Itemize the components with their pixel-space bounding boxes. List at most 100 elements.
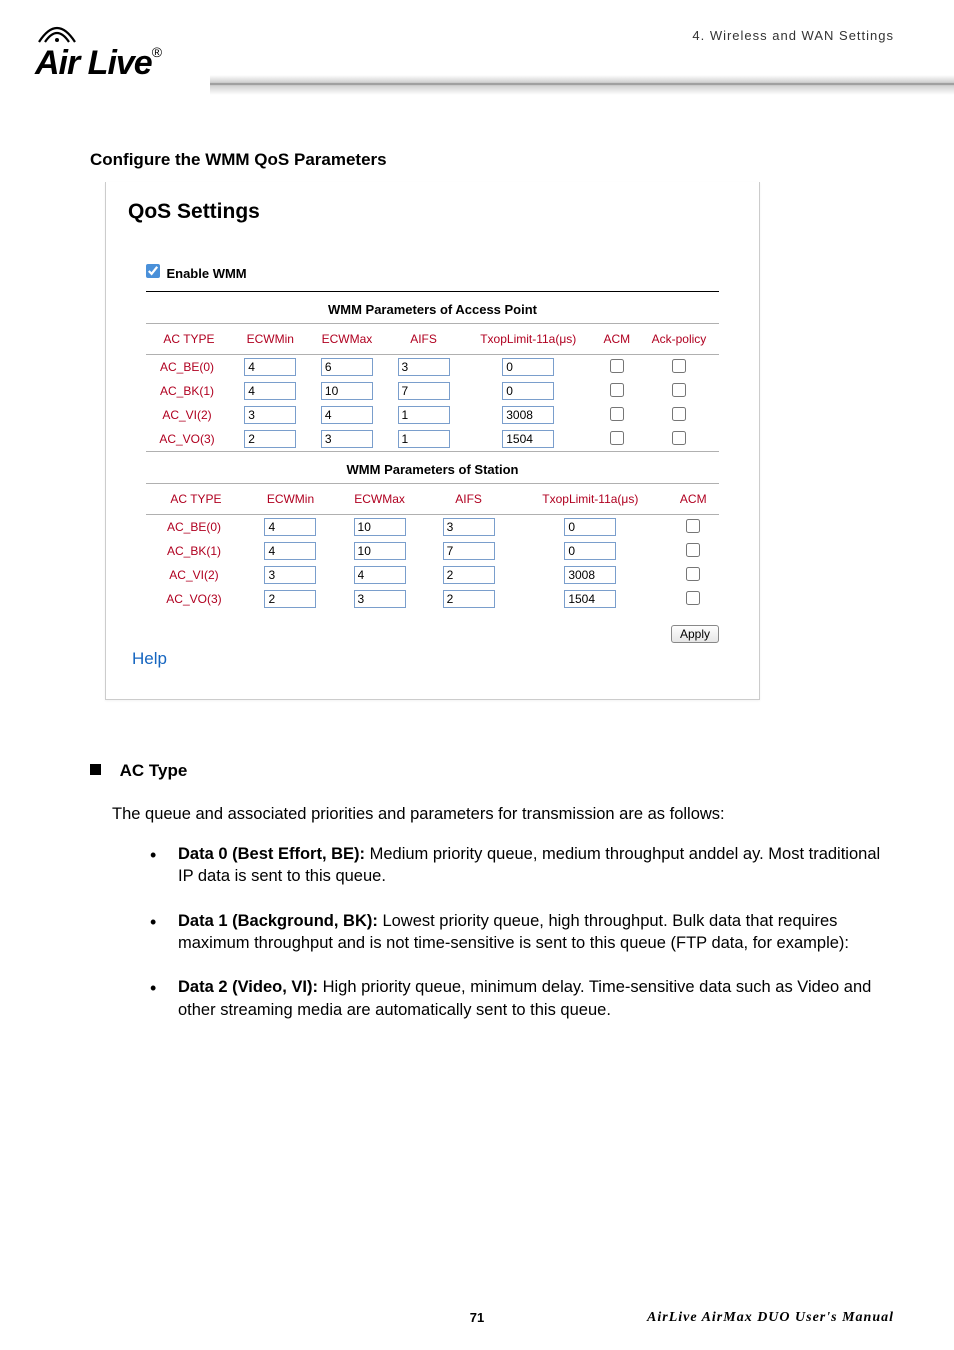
- txop-input[interactable]: [502, 406, 554, 424]
- row-type: AC_BK(1): [146, 539, 246, 563]
- row-type: AC_BK(1): [146, 379, 232, 403]
- breadcrumb: 4. Wireless and WAN Settings: [692, 28, 894, 43]
- row-type: AC_VI(2): [146, 563, 246, 587]
- ac-type-list: Data 0 (Best Effort, BE): Medium priorit…: [150, 843, 894, 1043]
- sta-table-caption: WMM Parameters of Station: [146, 451, 719, 484]
- txop-input[interactable]: [564, 518, 616, 536]
- row-type: AC_VO(3): [146, 587, 246, 611]
- ecwmin-input[interactable]: [244, 382, 296, 400]
- txop-input[interactable]: [502, 358, 554, 376]
- col-acm: ACM: [595, 324, 639, 355]
- ecwmax-input[interactable]: [354, 590, 406, 608]
- row-type: AC_VO(3): [146, 427, 232, 451]
- body-text: AC Type The queue and associated priorit…: [90, 760, 894, 1043]
- acm-checkbox[interactable]: [610, 431, 624, 445]
- ecwmin-input[interactable]: [264, 566, 316, 584]
- ecwmax-input[interactable]: [321, 430, 373, 448]
- col-aifs: AIFS: [385, 324, 462, 355]
- table-row: AC_VO(3): [146, 427, 719, 451]
- acm-checkbox[interactable]: [610, 383, 624, 397]
- aifs-input[interactable]: [398, 382, 450, 400]
- table-row: AC_BK(1): [146, 379, 719, 403]
- enable-wmm-checkbox[interactable]: [146, 264, 160, 278]
- aifs-input[interactable]: [398, 406, 450, 424]
- ecwmax-input[interactable]: [354, 566, 406, 584]
- page-header: Air Live® 4. Wireless and WAN Settings: [0, 0, 954, 120]
- table-row: AC_VI(2): [146, 403, 719, 427]
- ecwmin-input[interactable]: [264, 590, 316, 608]
- qos-title: QoS Settings: [128, 200, 737, 224]
- wifi-arc-icon: [35, 18, 79, 44]
- acm-checkbox[interactable]: [686, 567, 700, 581]
- apply-row: Apply: [128, 625, 719, 643]
- col-txop: TxopLimit-11a(μs): [513, 484, 667, 515]
- aifs-input[interactable]: [443, 542, 495, 560]
- ap-table-caption: WMM Parameters of Access Point: [146, 292, 719, 324]
- ack-checkbox[interactable]: [672, 359, 686, 373]
- enable-wmm-label: Enable WMM: [166, 266, 246, 281]
- col-aifs: AIFS: [424, 484, 513, 515]
- table-row: AC_VI(2): [146, 563, 719, 587]
- aifs-input[interactable]: [443, 518, 495, 536]
- intro-paragraph: The queue and associated priorities and …: [112, 803, 894, 825]
- logo-text: Air Live: [35, 44, 152, 82]
- enable-wmm-row: Enable WMM: [146, 264, 737, 283]
- col-actype: AC TYPE: [146, 484, 246, 515]
- ecwmax-input[interactable]: [321, 358, 373, 376]
- ecwmin-input[interactable]: [264, 518, 316, 536]
- header-divider: [210, 55, 954, 105]
- col-ecwmax: ECWMax: [309, 324, 386, 355]
- ecwmin-input[interactable]: [264, 542, 316, 560]
- page-content: Configure the WMM QoS Parameters QoS Set…: [0, 120, 954, 1043]
- acm-checkbox[interactable]: [686, 543, 700, 557]
- ecwmin-input[interactable]: [244, 406, 296, 424]
- acm-checkbox[interactable]: [686, 591, 700, 605]
- ecwmax-input[interactable]: [321, 406, 373, 424]
- table-row: AC_BE(0): [146, 355, 719, 380]
- table-row: AC_BK(1): [146, 539, 719, 563]
- square-bullet-icon: [90, 764, 101, 775]
- acm-checkbox[interactable]: [686, 519, 700, 533]
- col-ack: Ack-policy: [639, 324, 719, 355]
- col-ecwmax: ECWMax: [335, 484, 424, 515]
- qos-settings-panel: QoS Settings Enable WMM WMM Parameters o…: [105, 182, 760, 700]
- txop-input[interactable]: [502, 430, 554, 448]
- table-row: AC_VO(3): [146, 587, 719, 611]
- list-item: Data 0 (Best Effort, BE): Medium priorit…: [150, 843, 894, 910]
- ack-checkbox[interactable]: [672, 407, 686, 421]
- table-row: AC_BE(0): [146, 515, 719, 540]
- txop-input[interactable]: [564, 590, 616, 608]
- aifs-input[interactable]: [443, 590, 495, 608]
- section-title: Configure the WMM QoS Parameters: [90, 150, 894, 170]
- txop-input[interactable]: [502, 382, 554, 400]
- apply-button[interactable]: Apply: [671, 625, 719, 643]
- col-txop: TxopLimit-11a(μs): [462, 324, 595, 355]
- txop-input[interactable]: [564, 542, 616, 560]
- aifs-input[interactable]: [443, 566, 495, 584]
- ecwmax-input[interactable]: [354, 542, 406, 560]
- sta-table: AC TYPE ECWMin ECWMax AIFS TxopLimit-11a…: [146, 484, 719, 611]
- ack-checkbox[interactable]: [672, 383, 686, 397]
- ecwmax-input[interactable]: [354, 518, 406, 536]
- list-item: Data 2 (Video, VI): High priority queue,…: [150, 976, 894, 1043]
- ecwmin-input[interactable]: [244, 358, 296, 376]
- list-item: Data 1 (Background, BK): Lowest priority…: [150, 910, 894, 977]
- acm-checkbox[interactable]: [610, 359, 624, 373]
- col-ecwmin: ECWMin: [246, 484, 335, 515]
- acm-checkbox[interactable]: [610, 407, 624, 421]
- aifs-input[interactable]: [398, 430, 450, 448]
- page-number: 71: [470, 1310, 484, 1325]
- col-acm: ACM: [668, 484, 719, 515]
- aifs-input[interactable]: [398, 358, 450, 376]
- ecwmin-input[interactable]: [244, 430, 296, 448]
- ecwmax-input[interactable]: [321, 382, 373, 400]
- col-ecwmin: ECWMin: [232, 324, 309, 355]
- ack-checkbox[interactable]: [672, 431, 686, 445]
- row-type: AC_VI(2): [146, 403, 232, 427]
- ap-table: AC TYPE ECWMin ECWMax AIFS TxopLimit-11a…: [146, 324, 719, 451]
- row-type: AC_BE(0): [146, 515, 246, 540]
- ap-table-wrap: WMM Parameters of Access Point AC TYPE E…: [146, 291, 719, 611]
- help-link[interactable]: Help: [132, 649, 167, 669]
- manual-title: AirLive AirMax DUO User's Manual: [647, 1310, 894, 1326]
- txop-input[interactable]: [564, 566, 616, 584]
